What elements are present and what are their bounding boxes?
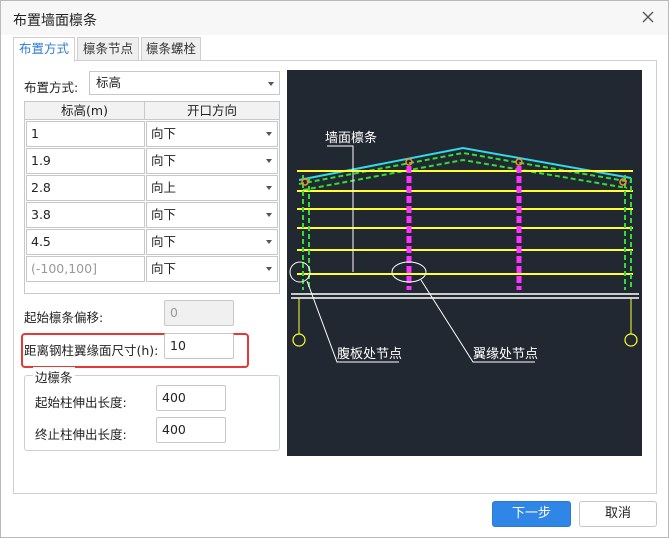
chevron-down-icon [266,240,272,244]
cancel-button[interactable]: 取消 [579,501,657,527]
column-header-direction: 开口方向 [186,103,237,118]
edge-purlin-title: 边檩条 [33,367,75,386]
tab-layout-mode[interactable]: 布置方式 [13,37,75,62]
roof-purlin-line [302,158,628,191]
tab-purlin-node[interactable]: 檩条节点 [77,37,139,61]
web-node-circle [289,261,311,283]
direction-select[interactable]: 向下 [146,148,278,174]
elevation-cell[interactable]: 1.9 [26,148,145,174]
direction-value: 向下 [151,261,177,276]
flange-node-text: 翼缘处节点 [473,347,538,362]
layout-mode-label: 布置方式: [24,80,79,95]
start-offset-input: 0 [164,300,234,326]
layout-mode-value: 标高 [96,75,122,90]
direction-select[interactable]: 向下 [146,202,278,228]
chevron-down-icon [266,186,272,190]
start-offset-label: 起始檩条偏移: [24,310,104,325]
layout-mode-select[interactable]: 标高 [89,71,280,95]
direction-value: 向下 [151,126,177,141]
direction-select[interactable]: 向下 [146,229,278,255]
web-node-text: 腹板处节点 [337,346,402,362]
dialog-window: 布置墙面檩条 布置方式 檩条节点 檩条螺栓 布置方式: 标高 标高(m) 开口方… [0,0,669,538]
elevation-cell[interactable]: 1 [26,121,145,147]
chevron-down-icon [266,159,272,163]
end-extension-input[interactable]: 400 [156,417,226,443]
elevation-new-row-input[interactable]: (-100,100] [26,256,145,282]
flange-distance-label: 距离钢柱翼缘面尺寸(h): [24,343,159,358]
elevation-cell[interactable]: 2.8 [26,175,145,201]
tab-purlin-bolt[interactable]: 檩条螺栓 [141,37,201,61]
column-header-elevation: 标高(m) [25,102,145,120]
direction-value: 向上 [151,180,177,195]
direction-value: 向下 [151,234,177,249]
flange-distance-input[interactable]: 10 [164,333,234,359]
chevron-down-icon [268,82,274,86]
chevron-down-icon [266,132,272,136]
start-extension-input[interactable]: 400 [156,385,226,411]
direction-select[interactable]: 向上 [146,175,278,201]
title-bar: 布置墙面檩条 [1,1,668,35]
end-extension-label: 终止柱伸出长度: [35,427,127,442]
tab-panel: 布置方式: 标高 标高(m) 开口方向 1 向下 1.9 向下 2.8 向上 3… [13,60,657,494]
elevation-table: 标高(m) 开口方向 1 向下 1.9 向下 2.8 向上 3.8 向下 4.5… [24,101,280,294]
frame-diagram: 墙面檩条 腹板处节点 翼缘处节点 [289,130,639,363]
chevron-down-icon [266,267,272,271]
preview-canvas: 墙面檩条 腹板处节点 翼缘处节点 [287,70,642,456]
next-button[interactable]: 下一步 [492,501,571,527]
axis-bubble [292,333,306,347]
direction-value: 向下 [151,153,177,168]
node-marker [515,158,523,166]
elevation-cell[interactable]: 3.8 [26,202,145,228]
window-title: 布置墙面檩条 [13,13,97,29]
table-header: 标高(m) 开口方向 [25,102,279,120]
edge-purlin-group: 边檩条 起始柱伸出长度: 400 终止柱伸出长度: 400 [24,367,280,451]
elevation-cell[interactable]: 4.5 [26,229,145,255]
axis-bubble [624,333,638,347]
direction-select[interactable]: 向下 [146,256,278,282]
chevron-down-icon [266,213,272,217]
start-extension-label: 起始柱伸出长度: [35,395,127,410]
direction-value: 向下 [151,207,177,222]
close-icon[interactable] [640,9,656,25]
wall-purlin-text: 墙面檩条 [325,130,377,146]
direction-select[interactable]: 向下 [146,121,278,147]
